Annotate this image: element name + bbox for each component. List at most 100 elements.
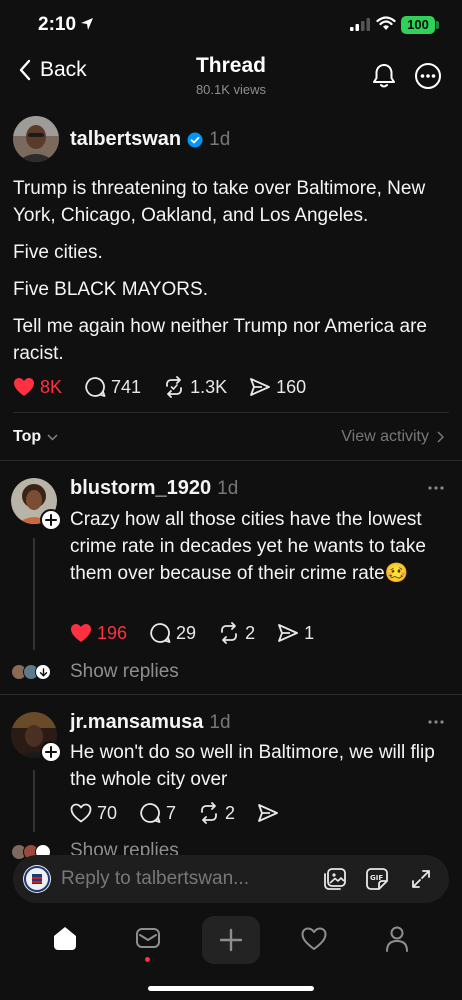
comment-bubble-icon <box>149 622 171 644</box>
reply-actions: 70 7 2 <box>70 802 301 824</box>
verified-badge-icon <box>187 132 203 148</box>
home-icon[interactable] <box>51 924 79 952</box>
chevron-down-icon <box>47 434 58 441</box>
reply-text: Crazy how all those cities have the lowe… <box>70 509 426 584</box>
repost-icon <box>198 802 220 824</box>
thread-line <box>33 770 35 832</box>
like-button[interactable]: 70 <box>70 803 117 824</box>
share-button[interactable]: 160 <box>249 376 306 398</box>
reply-composer: GIF <box>13 855 449 903</box>
like-button[interactable]: 8K <box>13 377 62 398</box>
reply-author-row: jr.mansamusa 1d <box>70 711 231 734</box>
share-button[interactable]: 1 <box>277 622 314 644</box>
thread-line <box>33 538 35 650</box>
comment-button[interactable]: 7 <box>139 802 176 824</box>
repost-button[interactable]: 2 <box>198 802 235 824</box>
plus-icon <box>219 928 243 952</box>
post-age: 1d <box>209 128 231 150</box>
home-indicator <box>148 986 314 991</box>
comment-count: 29 <box>176 622 197 643</box>
gallery-icon[interactable] <box>323 867 347 891</box>
bottom-nav <box>0 908 462 978</box>
repost-icon <box>163 376 185 398</box>
svg-text:GIF: GIF <box>370 874 383 882</box>
comment-count: 741 <box>111 376 142 397</box>
reply-username[interactable]: jr.mansamusa <box>70 711 203 734</box>
divider <box>13 412 449 413</box>
repost-count: 1.3K <box>190 376 228 397</box>
location-arrow-icon <box>80 17 94 31</box>
comment-button[interactable]: 29 <box>149 622 196 644</box>
comment-count: 7 <box>166 802 177 823</box>
post-author-avatar[interactable] <box>13 116 59 162</box>
view-activity-label: View activity <box>341 428 429 445</box>
comment-bubble-icon <box>84 376 106 398</box>
post-paragraph: Five cities. <box>13 242 103 263</box>
like-count: 70 <box>97 802 118 823</box>
status-time: 2:10 <box>38 14 77 35</box>
post-author-row: talbertswan 1d <box>70 128 230 151</box>
arrow-down-icon <box>35 664 51 680</box>
wifi-icon <box>376 16 396 31</box>
send-icon <box>277 622 299 644</box>
expand-icon[interactable] <box>409 867 433 891</box>
reply-body: Crazy how all those cities have the lowe… <box>70 506 452 587</box>
share-button[interactable] <box>257 802 279 824</box>
post-username[interactable]: talbertswan <box>70 128 181 151</box>
sort-dropdown[interactable]: Top <box>13 428 58 446</box>
reply-age: 1d <box>217 477 239 499</box>
comment-button[interactable]: 741 <box>84 376 141 398</box>
divider <box>0 460 462 461</box>
post-paragraph: Five BLACK MAYORS. <box>13 279 208 300</box>
comment-bubble-icon <box>139 802 161 824</box>
like-button[interactable]: 196 <box>70 623 127 644</box>
repost-button[interactable]: 2 <box>218 622 255 644</box>
inbox-icon[interactable] <box>134 926 162 952</box>
unread-dot <box>145 957 150 962</box>
send-icon <box>257 802 279 824</box>
activity-heart-icon[interactable] <box>300 926 328 952</box>
heart-outline-icon <box>70 803 92 823</box>
repost-button[interactable]: 1.3K <box>163 376 227 398</box>
more-options-icon[interactable] <box>414 62 442 90</box>
battery-cap <box>436 21 439 29</box>
battery-indicator: 100 <box>401 16 435 34</box>
show-replies-link[interactable]: Show replies <box>70 661 179 683</box>
repost-count: 2 <box>245 622 256 643</box>
divider <box>0 694 462 695</box>
follow-plus-icon[interactable] <box>40 509 62 531</box>
reply-username[interactable]: blustorm_1920 <box>70 477 211 500</box>
post-actions: 8K 741 1.3K 160 <box>13 376 328 398</box>
profile-icon[interactable] <box>384 925 410 953</box>
post-paragraph: Tell me again how neither Trump nor Amer… <box>13 316 427 364</box>
send-icon <box>249 376 271 398</box>
chevron-right-icon <box>437 431 444 443</box>
follow-plus-icon[interactable] <box>40 741 62 763</box>
share-count: 160 <box>276 376 307 397</box>
post-body: Trump is threatening to take over Baltim… <box>13 175 449 377</box>
reply-more-icon[interactable] <box>428 486 444 490</box>
share-count: 1 <box>304 622 315 643</box>
create-post-button[interactable] <box>202 916 260 964</box>
notifications-bell-icon[interactable] <box>371 62 397 90</box>
repost-icon <box>218 622 240 644</box>
reply-age: 1d <box>209 711 231 733</box>
status-bar: 2:10 100 <box>0 0 462 52</box>
reply-input[interactable] <box>61 865 281 893</box>
reply-actions: 196 29 2 1 <box>70 622 336 644</box>
reply-participants <box>11 664 51 680</box>
like-count: 8K <box>40 376 63 397</box>
cellular-signal-icon <box>350 18 370 31</box>
view-activity-link[interactable]: View activity <box>341 428 444 446</box>
composer-avatar <box>23 865 51 893</box>
reply-author-row: blustorm_1920 1d <box>70 477 238 500</box>
gif-icon[interactable]: GIF <box>365 867 389 891</box>
heart-filled-icon <box>13 377 35 397</box>
reply-body: He won't do so well in Baltimore, we wil… <box>70 742 435 790</box>
heart-filled-icon <box>70 623 92 643</box>
like-count: 196 <box>97 622 128 643</box>
post-paragraph: Trump is threatening to take over Baltim… <box>13 178 426 226</box>
sort-label: Top <box>13 428 42 445</box>
reply-more-icon[interactable] <box>428 720 444 724</box>
reply-emoji: 🥴 <box>384 563 409 584</box>
